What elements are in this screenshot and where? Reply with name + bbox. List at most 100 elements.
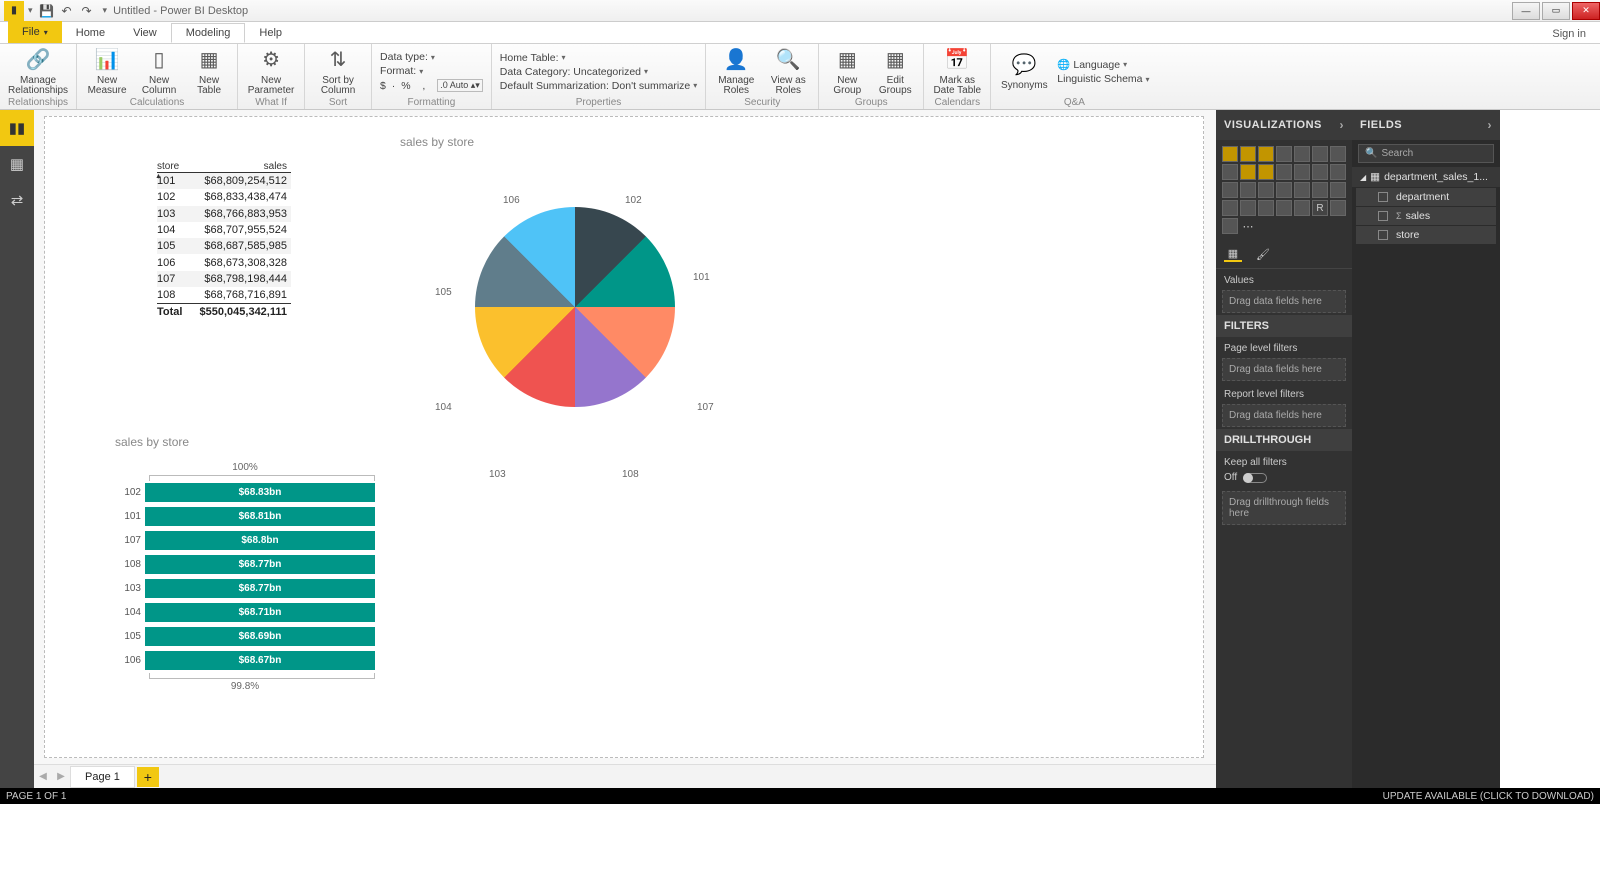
new-parameter-button[interactable]: ⚙New Parameter: [246, 47, 296, 97]
pie-chart-visual[interactable]: 102 101 107 108 103 104 105 106: [385, 177, 685, 477]
currency-button[interactable]: $: [380, 80, 386, 92]
vis-arcgis-icon[interactable]: [1222, 218, 1238, 234]
manage-roles-button[interactable]: 👤Manage Roles: [714, 47, 758, 97]
vis-line-column-icon[interactable]: [1258, 164, 1274, 180]
close-button[interactable]: ✕: [1572, 2, 1600, 20]
tab-file[interactable]: File▾: [8, 21, 62, 43]
manage-relationships-button[interactable]: 🔗Manage Relationships: [13, 47, 63, 97]
page-filters-dropzone[interactable]: Drag data fields here: [1222, 358, 1346, 381]
comma-button[interactable]: ,: [422, 80, 425, 92]
vis-py-icon[interactable]: [1330, 200, 1346, 216]
vis-donut-icon[interactable]: [1222, 182, 1238, 198]
vis-100-column-icon[interactable]: [1312, 146, 1328, 162]
vis-stacked-area-icon[interactable]: [1240, 164, 1256, 180]
vis-filled-map-icon[interactable]: [1276, 182, 1292, 198]
new-table-button[interactable]: ▦New Table: [189, 47, 229, 97]
linguistic-schema-dropdown[interactable]: Linguistic Schema ▾: [1057, 73, 1149, 85]
page-filters-label: Page level filters: [1216, 337, 1352, 356]
vis-r-icon[interactable]: R: [1312, 200, 1328, 216]
checkbox-icon: [1378, 192, 1388, 202]
table-row: 107$68,798,198,444: [157, 271, 291, 287]
data-category-dropdown[interactable]: Data Category: Uncategorized ▾: [500, 66, 698, 78]
vis-pie-icon[interactable]: [1330, 164, 1346, 180]
new-measure-button[interactable]: 📊New Measure: [85, 47, 129, 97]
vis-clustered-column-icon[interactable]: [1276, 146, 1292, 162]
fields-table[interactable]: ◢ ▦ department_sales_1...: [1352, 167, 1500, 187]
new-group-button[interactable]: ▦New Group: [827, 47, 867, 97]
vis-100-bar-icon[interactable]: [1294, 146, 1310, 162]
visualizations-gallery: R ⋯: [1216, 140, 1352, 240]
maximize-button[interactable]: ▭: [1542, 2, 1570, 20]
report-canvas[interactable]: ▲ storesales 101$68,809,254,512102$68,83…: [44, 116, 1204, 758]
vis-slicer-icon[interactable]: [1258, 200, 1274, 216]
vis-line-icon[interactable]: [1330, 146, 1346, 162]
table-row: 106$68,673,308,328: [157, 254, 291, 270]
tab-view[interactable]: View: [119, 23, 171, 43]
qat-dd[interactable]: ▾: [103, 5, 108, 16]
mark-as-date-button[interactable]: 📅Mark as Date Table: [932, 47, 982, 97]
vis-scatter-icon[interactable]: [1312, 164, 1328, 180]
vis-kpi-icon[interactable]: [1240, 200, 1256, 216]
field-department[interactable]: department: [1356, 188, 1496, 206]
data-view-icon[interactable]: ▦: [0, 146, 34, 182]
field-sales[interactable]: Σsales: [1356, 207, 1496, 225]
new-column-button[interactable]: ▯New Column: [137, 47, 181, 97]
fields-search-input[interactable]: 🔍Search: [1358, 144, 1494, 163]
app-menu-dd[interactable]: ▾: [28, 5, 33, 16]
values-dropzone[interactable]: Drag data fields here: [1222, 290, 1346, 313]
undo-icon[interactable]: ↶: [59, 3, 75, 19]
vis-waterfall-icon[interactable]: [1294, 164, 1310, 180]
update-available-link[interactable]: UPDATE AVAILABLE (CLICK TO DOWNLOAD): [1383, 791, 1594, 802]
vis-table-icon[interactable]: [1276, 200, 1292, 216]
edit-groups-button[interactable]: ▦Edit Groups: [875, 47, 915, 97]
sign-in-link[interactable]: Sign in: [1538, 25, 1600, 43]
pie-chart: [475, 207, 675, 407]
vis-matrix-icon[interactable]: [1294, 200, 1310, 216]
home-table-dropdown[interactable]: Home Table: ▾: [500, 52, 698, 64]
minimize-button[interactable]: —: [1512, 2, 1540, 20]
vis-treemap-icon[interactable]: [1240, 182, 1256, 198]
vis-clustered-bar-icon[interactable]: [1258, 146, 1274, 162]
report-view-icon[interactable]: ▮▮: [0, 110, 34, 146]
vis-multicard-icon[interactable]: [1222, 200, 1238, 216]
decimals-spinner[interactable]: .0 Auto ▴▾: [437, 79, 483, 92]
add-page-button[interactable]: +: [137, 767, 159, 787]
vis-map-icon[interactable]: [1258, 182, 1274, 198]
vis-stacked-column-icon[interactable]: [1240, 146, 1256, 162]
view-as-roles-button[interactable]: 🔍View as Roles: [766, 47, 810, 97]
save-icon[interactable]: 💾: [39, 3, 55, 19]
vis-more-icon[interactable]: ⋯: [1240, 218, 1256, 234]
page-next-icon[interactable]: ▶: [52, 771, 70, 782]
percent-button[interactable]: %: [401, 80, 410, 92]
page-prev-icon[interactable]: ◀: [34, 771, 52, 782]
vis-area-icon[interactable]: [1222, 164, 1238, 180]
language-dropdown[interactable]: 🌐 Language ▾: [1057, 58, 1149, 71]
tab-modeling[interactable]: Modeling: [171, 23, 246, 43]
vis-ribbon-icon[interactable]: [1276, 164, 1292, 180]
page-tab[interactable]: Page 1: [70, 766, 135, 788]
model-view-icon[interactable]: ⇄: [0, 182, 34, 218]
vis-gauge-icon[interactable]: [1312, 182, 1328, 198]
fields-header[interactable]: FIELDS›: [1352, 110, 1500, 140]
format-tab-icon[interactable]: 🖌: [1254, 246, 1272, 262]
sort-by-column-button[interactable]: ⇅Sort by Column: [313, 47, 363, 97]
visualizations-header[interactable]: VISUALIZATIONS›: [1216, 110, 1352, 140]
tab-home[interactable]: Home: [62, 23, 119, 43]
vis-card-icon[interactable]: [1330, 182, 1346, 198]
table-visual[interactable]: ▲ storesales 101$68,809,254,512102$68,83…: [157, 161, 291, 320]
fields-tab-icon[interactable]: ▦: [1224, 246, 1242, 262]
tab-help[interactable]: Help: [245, 23, 296, 43]
synonyms-button[interactable]: 💬Synonyms: [999, 52, 1049, 92]
redo-icon[interactable]: ↷: [79, 3, 95, 19]
report-filters-dropzone[interactable]: Drag data fields here: [1222, 404, 1346, 427]
bar-chart-visual[interactable]: 100% 102$68.83bn101$68.81bn107$68.8bn108…: [115, 462, 375, 692]
drillthrough-dropzone[interactable]: Drag drillthrough fields here: [1222, 491, 1346, 525]
format-dropdown[interactable]: Format: ▾: [380, 65, 483, 77]
keep-filters-toggle[interactable]: Off: [1224, 472, 1344, 483]
field-store[interactable]: store: [1356, 226, 1496, 244]
default-summarization-dropdown[interactable]: Default Summarization: Don't summarize ▾: [500, 80, 698, 92]
vis-funnel-icon[interactable]: [1294, 182, 1310, 198]
vis-stacked-bar-icon[interactable]: [1222, 146, 1238, 162]
checkbox-icon: [1378, 211, 1388, 221]
data-type-dropdown[interactable]: Data type: ▾: [380, 51, 483, 63]
